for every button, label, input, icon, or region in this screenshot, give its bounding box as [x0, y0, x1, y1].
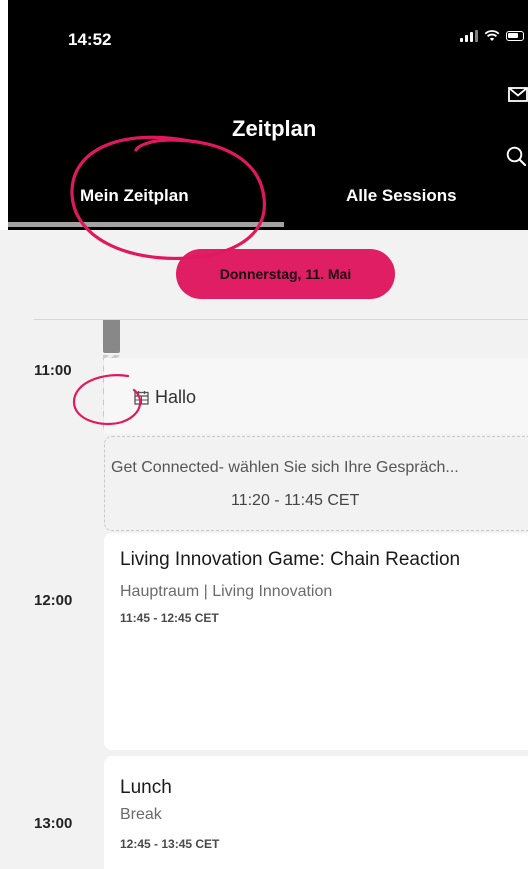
page-title: Zeitplan [232, 116, 317, 141]
hour-label: 12:00 [34, 592, 73, 609]
suggestion-time: 11:20 - 11:45 CET [231, 492, 360, 509]
search-icon[interactable] [506, 146, 526, 166]
tab-alle-sessions[interactable]: Alle Sessions [346, 186, 457, 206]
mail-icon[interactable] [508, 87, 528, 102]
session-card[interactable]: Living Innovation Game: Chain Reaction H… [104, 533, 528, 750]
screen: 14:52 Zeitplan Mein Zeitplan Alle Sessio… [0, 0, 528, 869]
active-tab-indicator [8, 222, 284, 227]
signal-icon [460, 30, 478, 42]
session-title: Living Innovation Game: Chain Reaction [120, 549, 461, 570]
session-location: Break [120, 806, 162, 823]
session-location: Hauptraum | Living Innovation [120, 583, 333, 600]
status-time: 14:52 [68, 30, 112, 49]
hour-label: 13:00 [34, 815, 73, 832]
wifi-icon [484, 30, 500, 41]
hallo-row: Hallo [134, 387, 196, 408]
hallo-card[interactable]: Hallo [104, 358, 528, 434]
hallo-title: Hallo [155, 387, 197, 407]
calendar-icon [134, 391, 149, 405]
timeline-bar [103, 320, 120, 353]
session-title: Lunch [120, 777, 172, 798]
date-selector-button[interactable]: Donnerstag, 11. Mai [176, 249, 395, 299]
suggestion-title: Get Connected- wählen Sie sich Ihre Gesp… [111, 459, 459, 476]
battery-icon [506, 31, 524, 41]
session-time: 12:45 - 13:45 CET [120, 837, 220, 851]
session-time: 11:45 - 12:45 CET [120, 611, 219, 625]
tab-mein-zeitplan[interactable]: Mein Zeitplan [80, 186, 189, 206]
hour-label: 11:00 [34, 362, 72, 379]
status-icons [460, 30, 524, 42]
suggestion-slot-card[interactable]: Get Connected- wählen Sie sich Ihre Gesp… [104, 436, 528, 531]
session-card[interactable]: Lunch Break 12:45 - 13:45 CET [104, 756, 528, 869]
